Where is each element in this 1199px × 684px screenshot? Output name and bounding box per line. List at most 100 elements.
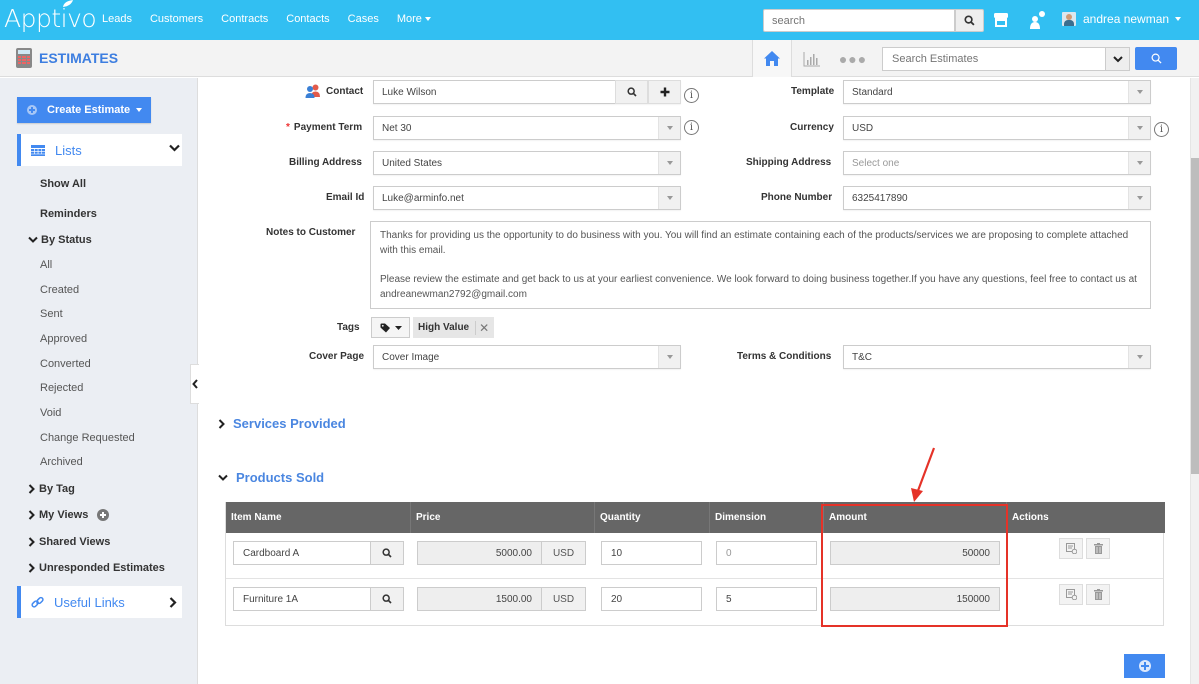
- nav-contracts[interactable]: Contracts: [221, 13, 268, 25]
- price-currency: USD: [541, 541, 586, 565]
- lists-panel-header[interactable]: Lists: [17, 134, 182, 166]
- sidebar-group-by-status[interactable]: By Status: [28, 234, 92, 246]
- caret-down-icon: [424, 17, 431, 22]
- dropdown-arrow-icon: [658, 187, 680, 209]
- nav-leads[interactable]: Leads: [102, 13, 132, 25]
- notes-to-customer-textarea[interactable]: Thanks for providing us the opportunity …: [370, 221, 1151, 309]
- sidebar-group-shared-views[interactable]: Shared Views: [28, 536, 110, 548]
- search-filter-dropdown[interactable]: [1106, 47, 1130, 71]
- reports-button[interactable]: [792, 40, 832, 77]
- column-header-actions: Actions: [1012, 512, 1049, 523]
- chevron-down-icon: [218, 474, 228, 481]
- payment-term-select[interactable]: Net 30: [373, 116, 681, 140]
- caret-down-icon: [394, 325, 402, 330]
- sidebar-item-status-sent[interactable]: Sent: [40, 308, 63, 320]
- price-input[interactable]: 1500.00: [417, 587, 542, 611]
- delete-row-button[interactable]: [1086, 538, 1110, 559]
- add-description-button[interactable]: [1059, 538, 1083, 559]
- sidebar-item-status-approved[interactable]: Approved: [40, 333, 87, 345]
- leaf-icon: [63, 0, 73, 7]
- dropdown-arrow-icon: [658, 117, 680, 139]
- payment-term-info-icon[interactable]: i: [684, 120, 699, 135]
- people-icon[interactable]: [1028, 10, 1046, 30]
- user-menu[interactable]: andrea newman: [1062, 12, 1182, 26]
- delete-row-button[interactable]: [1086, 584, 1110, 605]
- add-contact-button[interactable]: [648, 80, 681, 104]
- nav-contacts[interactable]: Contacts: [286, 13, 329, 25]
- global-search-input[interactable]: [763, 9, 955, 32]
- add-view-icon[interactable]: [97, 509, 110, 521]
- create-estimate-button[interactable]: Create Estimate: [17, 97, 151, 123]
- remove-tag-icon[interactable]: ✕: [475, 320, 489, 335]
- nav-more[interactable]: More: [397, 13, 431, 25]
- amount-column-highlight: [821, 504, 1008, 627]
- apptivo-logo[interactable]: Apptivo: [4, 0, 97, 33]
- estimates-search-button[interactable]: [1135, 47, 1177, 70]
- column-header-quantity: Quantity: [595, 502, 710, 533]
- currency-info-icon[interactable]: i: [1154, 122, 1169, 137]
- caret-down-icon: [136, 108, 143, 112]
- sidebar-item-reminders[interactable]: Reminders: [40, 208, 97, 220]
- more-options-button[interactable]: ●●●: [832, 40, 874, 77]
- payment-term-label: * Payment Term: [286, 122, 363, 133]
- item-name-input[interactable]: Furniture 1A: [233, 587, 371, 611]
- sidebar-item-show-all[interactable]: Show All: [40, 178, 86, 190]
- sidebar-group-unresponded-estimates[interactable]: Unresponded Estimates: [28, 562, 165, 574]
- currency-select[interactable]: USD: [843, 116, 1151, 140]
- nav-customers[interactable]: Customers: [150, 13, 203, 25]
- cover-page-select[interactable]: Cover Image: [373, 345, 681, 369]
- item-search-button[interactable]: [370, 587, 404, 611]
- sidebar-group-by-tag[interactable]: By Tag: [28, 483, 75, 495]
- page-title: ESTIMATES: [39, 50, 119, 66]
- billing-address-select[interactable]: United States: [373, 151, 681, 175]
- phone-number-select[interactable]: 6325417890: [843, 186, 1151, 210]
- table-header: Item Name Price Quantity Dimension Amoun…: [226, 502, 1165, 533]
- column-header-item-name: Item Name: [226, 502, 411, 533]
- add-description-button[interactable]: [1059, 584, 1083, 605]
- sidebar-item-status-change-requested[interactable]: Change Requested: [40, 432, 135, 444]
- sidebar-item-status-converted[interactable]: Converted: [40, 358, 91, 370]
- item-search-button[interactable]: [370, 541, 404, 565]
- services-provided-section-toggle[interactable]: Services Provided: [218, 416, 346, 431]
- quantity-input[interactable]: 10: [601, 541, 702, 565]
- more-dots-icon: ●●●: [838, 50, 868, 67]
- sidebar-item-status-rejected[interactable]: Rejected: [40, 382, 83, 394]
- sidebar-item-status-archived[interactable]: Archived: [40, 456, 83, 468]
- useful-links-panel-header[interactable]: Useful Links: [17, 586, 182, 618]
- template-select[interactable]: Standard: [843, 80, 1151, 104]
- products-sold-section-toggle[interactable]: Products Sold: [218, 470, 324, 485]
- template-label: Template: [791, 86, 835, 97]
- price-input[interactable]: 5000.00: [417, 541, 542, 565]
- terms-label: Terms & Conditions: [737, 351, 832, 362]
- add-product-row-button[interactable]: [1124, 654, 1165, 678]
- estimates-search-input[interactable]: [882, 47, 1106, 71]
- scrollbar-thumb[interactable]: [1191, 158, 1199, 474]
- dimension-input[interactable]: 0: [716, 541, 817, 565]
- sidebar-item-status-void[interactable]: Void: [40, 407, 61, 419]
- sidebar-item-status-created[interactable]: Created: [40, 284, 79, 296]
- email-select[interactable]: Luke@arminfo.net: [373, 186, 681, 210]
- app-store-icon[interactable]: [993, 12, 1009, 28]
- sidebar-group-my-views[interactable]: My Views: [28, 509, 110, 521]
- terms-select[interactable]: T&C: [843, 345, 1151, 369]
- contact-field[interactable]: Luke Wilson: [373, 80, 681, 104]
- sidebar-item-status-all[interactable]: All: [40, 259, 52, 271]
- shipping-address-select[interactable]: Select one: [843, 151, 1151, 175]
- add-tag-button[interactable]: [371, 317, 410, 338]
- dimension-input[interactable]: 5: [716, 587, 817, 611]
- item-name-input[interactable]: Cardboard A: [233, 541, 371, 565]
- link-icon: [31, 596, 44, 608]
- global-search-button[interactable]: [955, 9, 984, 32]
- home-button[interactable]: [752, 40, 792, 77]
- chevron-right-icon: [28, 484, 35, 494]
- tags-label: Tags: [337, 322, 360, 333]
- bar-chart-icon: [803, 51, 820, 66]
- contact-info-icon[interactable]: i: [684, 88, 699, 103]
- nav-cases[interactable]: Cases: [348, 13, 379, 25]
- quantity-input[interactable]: 20: [601, 587, 702, 611]
- plus-circle-icon: [27, 105, 37, 115]
- collapse-sidebar-button[interactable]: [190, 364, 199, 404]
- column-header-dimension: Dimension: [710, 502, 824, 533]
- trash-icon: [1093, 589, 1103, 600]
- contact-search-button[interactable]: [615, 80, 648, 104]
